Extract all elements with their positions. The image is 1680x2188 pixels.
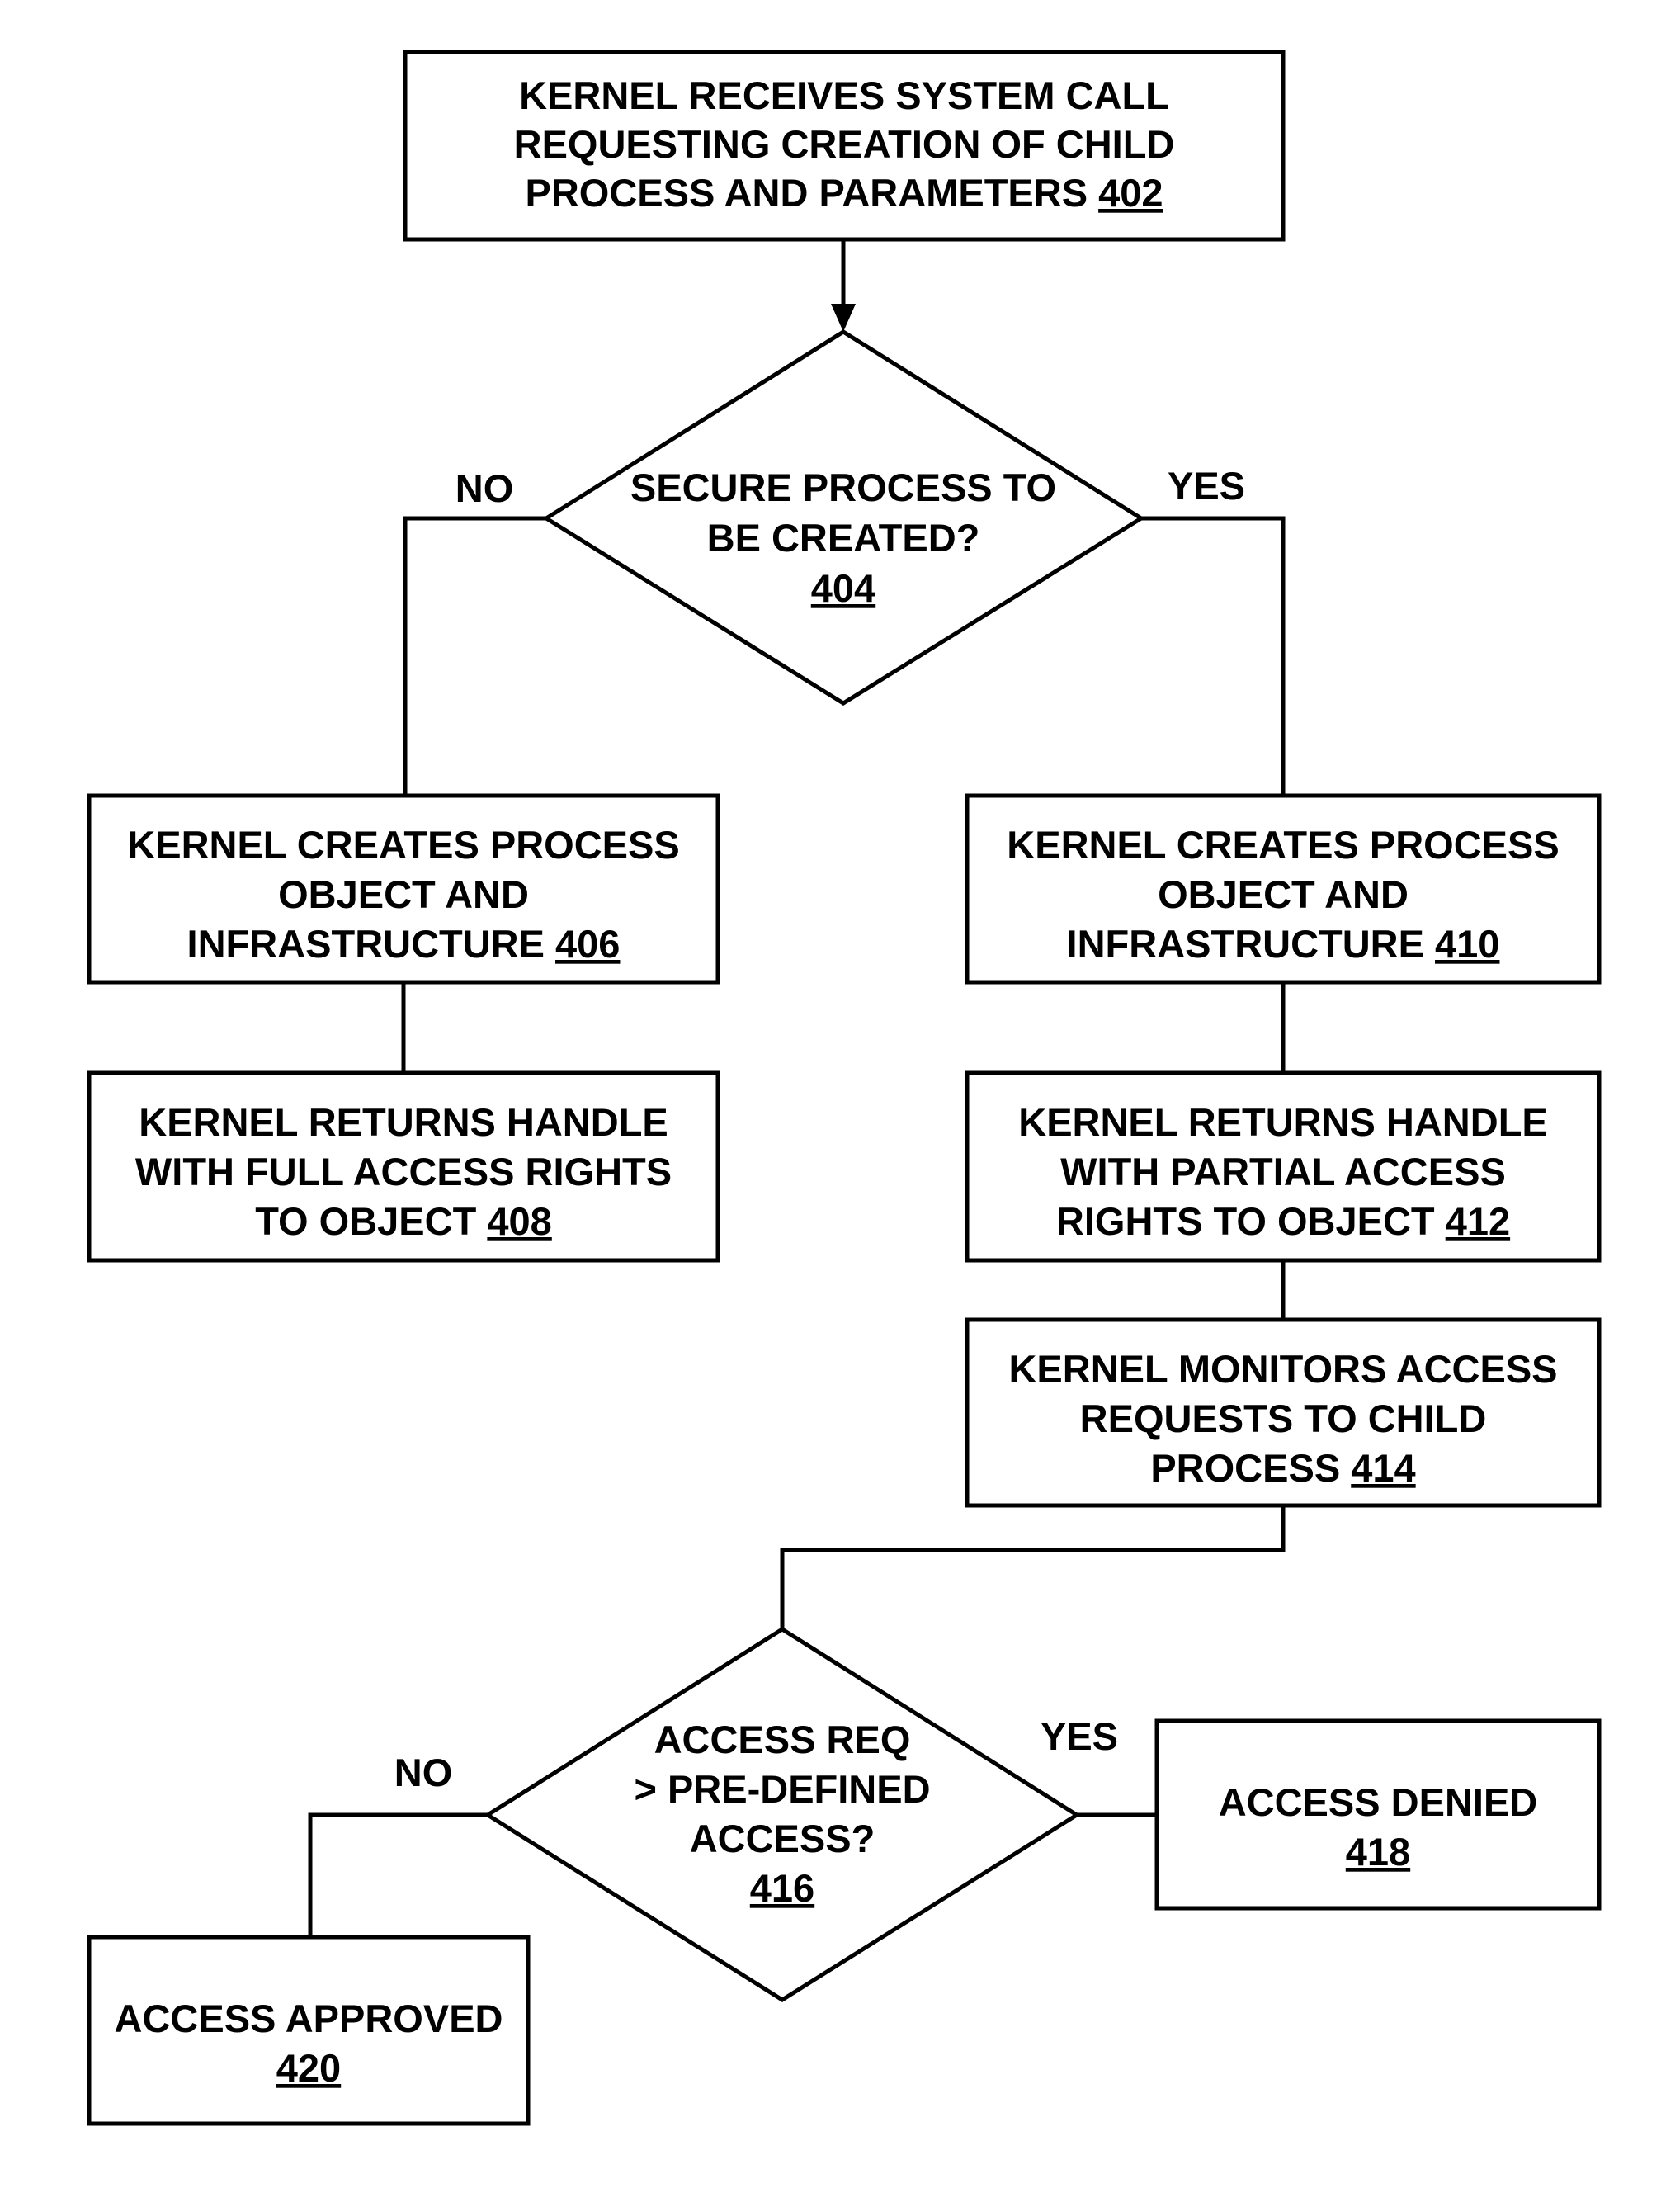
node-416-ref-number: 416 (750, 1866, 814, 1910)
node-410-line-2: OBJECT AND (1158, 872, 1409, 916)
arrowhead-icon (831, 304, 856, 332)
node-406-line-3: INFRASTRUCTURE 406 (187, 922, 621, 966)
node-410-line-3: INFRASTRUCTURE 410 (1067, 922, 1500, 966)
node-402-line-3: PROCESS AND PARAMETERS 402 (525, 171, 1163, 215)
node-402-line-1: KERNEL RECEIVES SYSTEM CALL (519, 73, 1169, 117)
label-no-416: NO (394, 1751, 453, 1794)
node-418-line-1: ACCESS DENIED (1219, 1780, 1538, 1824)
node-408-ref-number: 408 (487, 1199, 551, 1243)
node-404-ref-number: 404 (811, 566, 875, 610)
node-420-ref-number: 420 (276, 2046, 341, 2090)
node-406-line-2: OBJECT AND (278, 872, 529, 916)
node-418-ref-number: 418 (1346, 1830, 1410, 1874)
label-yes-416: YES (1041, 1714, 1118, 1758)
node-408-line-1: KERNEL RETURNS HANDLE (139, 1100, 668, 1144)
edge-414-416 (780, 1505, 1286, 1629)
edge-404-410-yes (1141, 516, 1286, 796)
node-408-line-3: TO OBJECT 408 (255, 1199, 552, 1243)
node-414-line-3: PROCESS 414 (1150, 1446, 1415, 1490)
flowchart: NO YES NO YES KERNEL RECEIVES SYSTEM CAL… (87, 50, 1602, 2126)
node-414-line-2: REQUESTS TO CHILD (1080, 1396, 1487, 1440)
node-414-line-1: KERNEL MONITORS ACCESS (1008, 1347, 1557, 1391)
label-no-404: NO (455, 466, 514, 510)
node-416-diamond (484, 1627, 1081, 2002)
node-402-ref-number: 402 (1098, 171, 1163, 215)
node-414-ref-number: 414 (1351, 1446, 1415, 1490)
edge-404-406-no (403, 516, 546, 796)
node-406-ref-number: 406 (555, 922, 620, 966)
label-yes-404: YES (1168, 464, 1245, 508)
node-402-line-2: REQUESTING CREATION OF CHILD (514, 122, 1175, 166)
node-416-line-1: ACCESS REQ (654, 1718, 911, 1761)
node-412-line-3: RIGHTS TO OBJECT 412 (1056, 1199, 1510, 1243)
node-420-line-1: ACCESS APPROVED (115, 1997, 503, 2040)
node-416-line-2: > PRE-DEFINED (634, 1767, 930, 1811)
node-412-line-2: WITH PARTIAL ACCESS (1060, 1150, 1506, 1193)
edge-416-420-no (308, 1812, 488, 1937)
node-416-line-3: ACCESS? (690, 1817, 875, 1860)
node-406-line-1: KERNEL CREATES PROCESS (127, 823, 679, 867)
node-404-line-2: BE CREATED? (707, 516, 980, 560)
node-410-line-1: KERNEL CREATES PROCESS (1007, 823, 1559, 867)
node-412-ref-number: 412 (1446, 1199, 1510, 1243)
node-412-line-1: KERNEL RETURNS HANDLE (1018, 1100, 1548, 1144)
node-408-line-2: WITH FULL ACCESS RIGHTS (135, 1150, 672, 1193)
node-410-ref-number: 410 (1435, 922, 1499, 966)
node-404-line-1: SECURE PROCESS TO (630, 465, 1056, 509)
